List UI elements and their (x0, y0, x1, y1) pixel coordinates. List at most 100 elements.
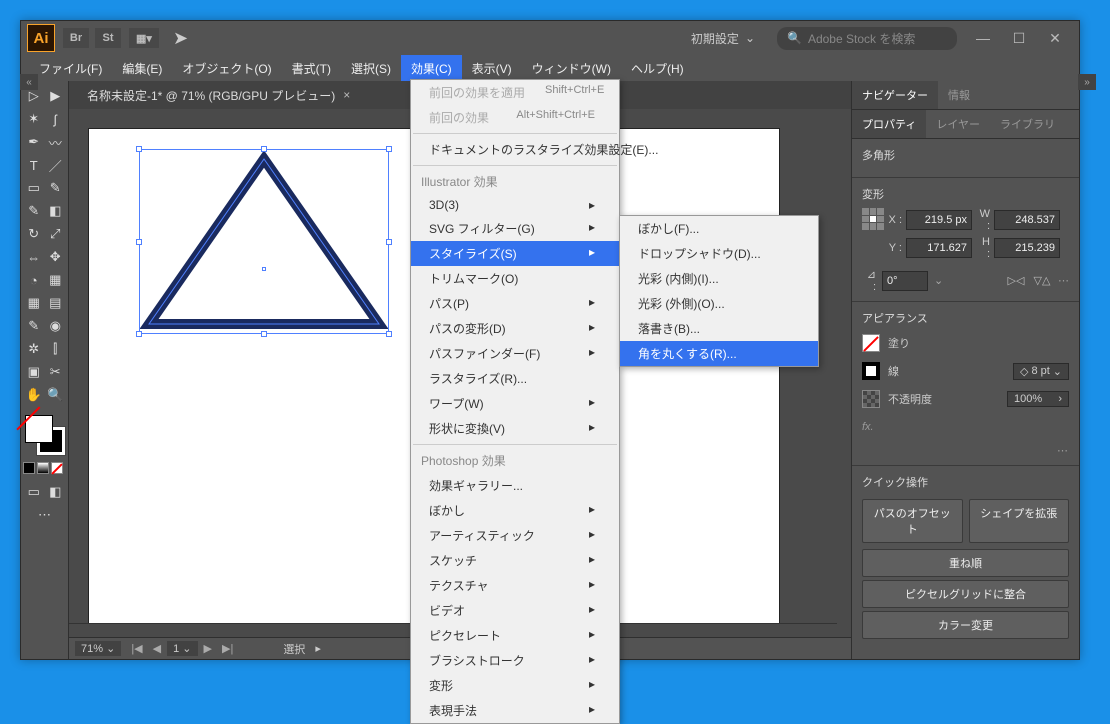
zoom-tool[interactable]: 🔍 (45, 384, 67, 406)
arrange-button[interactable]: 重ね順 (862, 549, 1069, 577)
opacity-swatch-icon[interactable] (862, 390, 880, 408)
h-input[interactable] (994, 238, 1060, 258)
next-artboard-button[interactable]: ▶ (200, 642, 216, 655)
blend-tool[interactable]: ◉ (45, 315, 67, 337)
chevron-down-icon[interactable]: ⌄ (934, 274, 943, 287)
effect-path-item[interactable]: パス(P)▸ (411, 291, 619, 316)
artboard-tool[interactable]: ▣ (23, 361, 45, 383)
effect-rasterize-item[interactable]: ラスタライズ(R)... (411, 366, 619, 391)
direct-selection-tool[interactable]: ▶ (45, 85, 67, 107)
artboard-number[interactable]: 1 ⌄ (167, 641, 197, 656)
ps-pixelate-item[interactable]: ピクセレート▸ (411, 623, 619, 648)
reference-point-icon[interactable] (862, 208, 884, 230)
ps-artistic-item[interactable]: アーティスティック▸ (411, 523, 619, 548)
stylize-feather-item[interactable]: ぼかし(F)... (620, 216, 818, 241)
ps-texture-item[interactable]: テクスチャ▸ (411, 573, 619, 598)
ps-effect-gallery-item[interactable]: 効果ギャラリー... (411, 473, 619, 498)
bridge-icon[interactable]: Br (63, 28, 89, 48)
handle-bl[interactable] (136, 331, 142, 337)
curvature-tool[interactable]: 〰 (45, 131, 67, 153)
effect-pathfinder-item[interactable]: パスファインダー(F)▸ (411, 341, 619, 366)
close-tab-icon[interactable]: × (343, 88, 350, 102)
effect-stylize-item[interactable]: スタイライズ(S)▸ (411, 241, 619, 266)
w-input[interactable] (994, 210, 1060, 230)
hand-tool[interactable]: ✋ (23, 384, 45, 406)
symbol-sprayer-tool[interactable]: ✲ (23, 338, 45, 360)
screen-mode-icon[interactable]: ▭ (23, 481, 45, 503)
handle-br[interactable] (386, 331, 392, 337)
stylize-inner-glow-item[interactable]: 光彩 (内側)(I)... (620, 266, 818, 291)
x-input[interactable] (906, 210, 972, 230)
flip-vertical-icon[interactable]: ▽△ (1032, 272, 1052, 290)
status-more-icon[interactable]: ▸ (315, 642, 321, 655)
handle-ml[interactable] (136, 239, 142, 245)
offset-path-button[interactable]: パスのオフセット (862, 499, 963, 543)
fx-label[interactable]: fx. (862, 421, 874, 433)
workspace-switcher[interactable]: 初期設定 ⌄ (681, 26, 769, 51)
effect-3d-item[interactable]: 3D(3)▸ (411, 194, 619, 216)
stylize-drop-shadow-item[interactable]: ドロップシャドウ(D)... (620, 241, 818, 266)
raster-settings-item[interactable]: ドキュメントのラスタライズ効果設定(E)... (411, 137, 619, 162)
stylize-round-corners-item[interactable]: 角を丸くする(R)... (620, 341, 818, 366)
collapse-tools-icon[interactable]: « (20, 74, 38, 90)
rectangle-tool[interactable]: ▭ (23, 177, 45, 199)
perspective-tool[interactable]: ▦ (45, 269, 67, 291)
gradient-tool[interactable]: ▤ (45, 292, 67, 314)
stock-icon[interactable]: St (95, 28, 121, 48)
fill-stroke-indicator[interactable] (23, 413, 67, 453)
collapse-panels-icon[interactable]: » (1078, 74, 1096, 90)
line-tool[interactable]: ／ (45, 154, 67, 176)
tab-libraries[interactable]: ライブラリ (990, 110, 1065, 138)
tab-navigator[interactable]: ナビゲーター (852, 81, 938, 109)
close-button[interactable]: ✕ (1037, 26, 1073, 50)
eraser-tool[interactable]: ◧ (45, 200, 67, 222)
menu-help[interactable]: ヘルプ(H) (621, 55, 694, 81)
fill-swatch[interactable] (25, 415, 53, 443)
scale-tool[interactable]: ⤢ (45, 223, 67, 245)
effect-convert-shape-item[interactable]: 形状に変換(V)▸ (411, 416, 619, 441)
rotate-tool[interactable]: ↻ (23, 223, 45, 245)
minimize-button[interactable]: ― (965, 26, 1001, 50)
menu-effect[interactable]: 効果(C) (401, 55, 462, 81)
slice-tool[interactable]: ✂ (45, 361, 67, 383)
paintbrush-tool[interactable]: ✎ (45, 177, 67, 199)
prev-artboard-button[interactable]: ◀ (149, 642, 165, 655)
width-tool[interactable]: ⇔ (23, 246, 45, 268)
rotation-input[interactable] (882, 271, 928, 291)
vertical-scrollbar[interactable] (837, 109, 851, 637)
draw-mode-icon[interactable]: ◧ (45, 481, 67, 503)
menu-file[interactable]: ファイル(F) (29, 55, 112, 81)
expand-shape-button[interactable]: シェイプを拡張 (969, 499, 1070, 543)
menu-select[interactable]: 選択(S) (341, 55, 401, 81)
fill-swatch-icon[interactable] (862, 334, 880, 352)
menu-type[interactable]: 書式(T) (282, 55, 341, 81)
tab-info[interactable]: 情報 (938, 81, 980, 109)
gradient-mode-icon[interactable] (37, 462, 49, 474)
type-tool[interactable]: T (23, 154, 45, 176)
stylize-outer-glow-item[interactable]: 光彩 (外側)(O)... (620, 291, 818, 316)
menu-window[interactable]: ウィンドウ(W) (522, 55, 621, 81)
free-transform-tool[interactable]: ✥ (45, 246, 67, 268)
color-mode-icon[interactable] (23, 462, 35, 474)
edit-toolbar-icon[interactable]: ⋯ (23, 504, 66, 526)
none-mode-icon[interactable] (51, 462, 63, 474)
document-tab[interactable]: 名称未設定-1* @ 71% (RGB/GPU プレビュー) × (77, 82, 360, 109)
align-pixel-grid-button[interactable]: ピクセルグリッドに整合 (862, 580, 1069, 608)
menu-object[interactable]: オブジェクト(O) (172, 55, 281, 81)
zoom-level[interactable]: 71% ⌄ (75, 641, 121, 656)
shape-builder-tool[interactable]: ◔ (23, 269, 45, 291)
apply-last-effect-item[interactable]: 前回の効果を適用Shift+Ctrl+E (411, 80, 619, 105)
pen-tool[interactable]: ✒ (23, 131, 45, 153)
ps-sketch-item[interactable]: スケッチ▸ (411, 548, 619, 573)
magic-wand-tool[interactable]: ✶ (23, 108, 45, 130)
effect-crop-marks-item[interactable]: トリムマーク(O) (411, 266, 619, 291)
handle-tc[interactable] (261, 146, 267, 152)
maximize-button[interactable]: ☐ (1001, 26, 1037, 50)
arrange-docs-icon[interactable]: ▦▾ (129, 28, 159, 48)
ps-brush-strokes-item[interactable]: ブラシストローク▸ (411, 648, 619, 673)
ps-stylize-item[interactable]: 表現手法▸ (411, 698, 619, 723)
last-artboard-button[interactable]: ▶| (218, 642, 237, 655)
recolor-button[interactable]: カラー変更 (862, 611, 1069, 639)
gpu-icon[interactable]: ➤ (173, 28, 188, 49)
more-options-icon[interactable]: ⋯ (1058, 274, 1069, 287)
